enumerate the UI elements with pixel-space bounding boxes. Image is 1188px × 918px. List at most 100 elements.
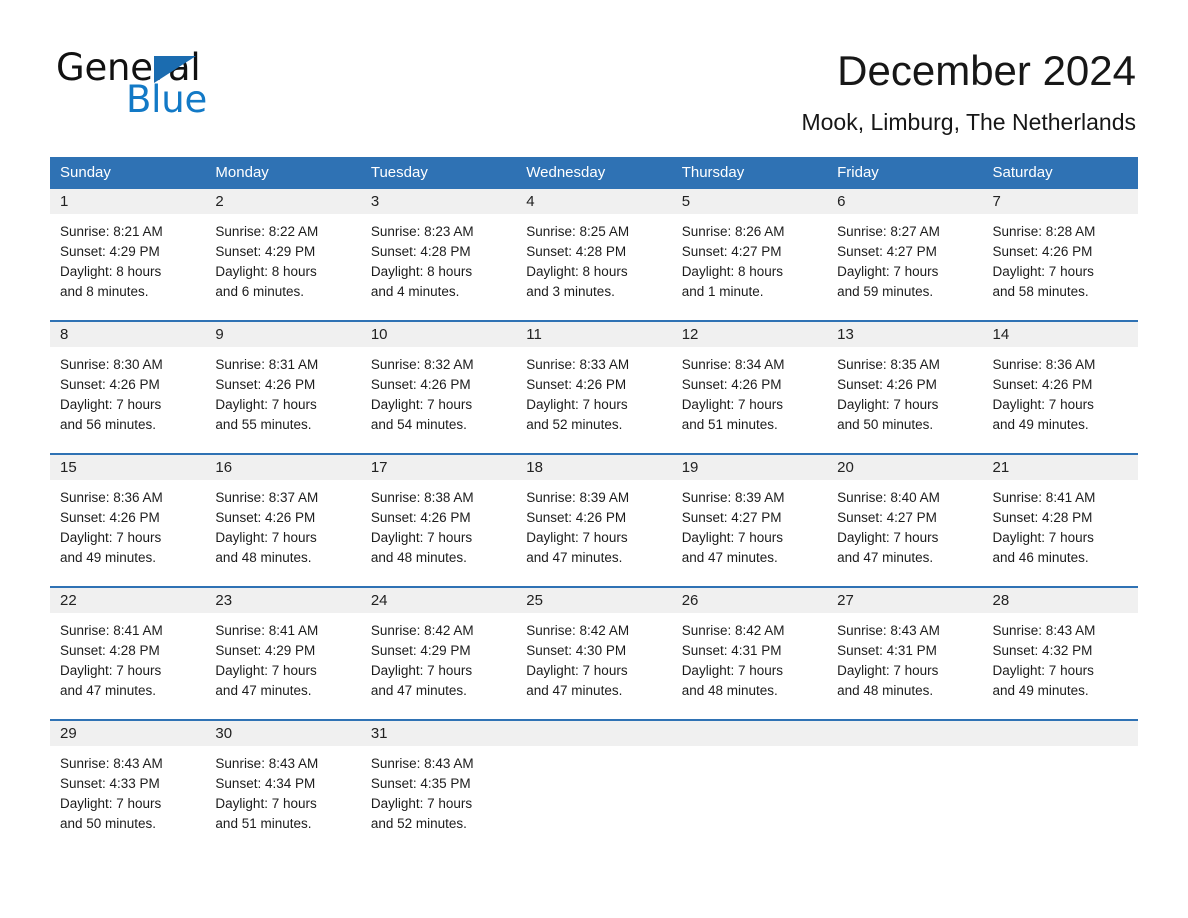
day-cell[interactable]: 10 Sunrise: 8:32 AM Sunset: 4:26 PM Dayligh… bbox=[360, 320, 517, 454]
day-number: 27 bbox=[827, 588, 983, 613]
daylight-text-line2: and 1 minute. bbox=[681, 284, 764, 299]
day-cell[interactable]: 13 Sunrise: 8:35 AM Sunset: 4:26 PM Dayligh… bbox=[827, 320, 983, 454]
day-cell[interactable]: 29 Sunrise: 8:43 AM Sunset: 4:33 PM Dayligh… bbox=[50, 719, 206, 852]
day-details: Sunrise: 8:41 AM Sunset: 4:29 PM Daylight:… bbox=[205, 613, 360, 701]
day-cell[interactable]: 9 Sunrise: 8:31 AM Sunset: 4:26 PM Daylight… bbox=[205, 320, 361, 454]
week-row: 29 Sunrise: 8:43 AM Sunset: 4:33 PM Dayligh… bbox=[50, 719, 1138, 852]
sunrise-text: Sunrise: 8:22 AM bbox=[215, 224, 319, 239]
day-cell[interactable]: 3 Sunrise: 8:23 AM Sunset: 4:28 PM Daylight… bbox=[360, 189, 517, 321]
daylight-text-line2: and 55 minutes. bbox=[215, 417, 312, 432]
daylight-text-line1: Daylight: 8 hours bbox=[370, 264, 473, 279]
weekday-header-wednesday: Wednesday bbox=[516, 157, 672, 189]
day-cell[interactable]: 28 Sunrise: 8:43 AM Sunset: 4:32 PM Dayligh… bbox=[982, 586, 1138, 720]
day-number: 18 bbox=[516, 455, 672, 480]
sunset-text: Sunset: 4:26 PM bbox=[60, 510, 160, 525]
day-number bbox=[982, 721, 1138, 746]
sunrise-text: Sunrise: 8:33 AM bbox=[526, 357, 630, 372]
day-cell[interactable]: 31 Sunrise: 8:43 AM Sunset: 4:35 PM Dayligh… bbox=[360, 719, 517, 852]
sunset-text: Sunset: 4:26 PM bbox=[992, 377, 1093, 392]
day-cell[interactable]: 20 Sunrise: 8:40 AM Sunset: 4:27 PM Dayligh… bbox=[827, 453, 983, 587]
sunset-text: Sunset: 4:34 PM bbox=[215, 776, 316, 791]
day-number: 31 bbox=[360, 721, 517, 746]
day-number: 3 bbox=[360, 189, 517, 214]
day-details: Sunrise: 8:21 AM Sunset: 4:29 PM Daylight:… bbox=[50, 214, 205, 302]
day-cell[interactable]: 23 Sunrise: 8:41 AM Sunset: 4:29 PM Dayligh… bbox=[205, 586, 361, 720]
day-details: Sunrise: 8:41 AM Sunset: 4:28 PM Daylight:… bbox=[983, 480, 1138, 568]
sunset-text: Sunset: 4:28 PM bbox=[60, 643, 160, 658]
day-cell[interactable]: 30 Sunrise: 8:43 AM Sunset: 4:34 PM Dayligh… bbox=[205, 719, 361, 852]
day-number: 9 bbox=[205, 322, 361, 347]
day-number: 14 bbox=[982, 322, 1138, 347]
day-cell[interactable]: 18 Sunrise: 8:39 AM Sunset: 4:26 PM Dayligh… bbox=[516, 453, 672, 587]
sunrise-text: Sunrise: 8:41 AM bbox=[215, 623, 319, 638]
sunset-text: Sunset: 4:31 PM bbox=[837, 643, 937, 658]
sunset-text: Sunset: 4:27 PM bbox=[681, 244, 782, 259]
day-details: Sunrise: 8:36 AM Sunset: 4:26 PM Daylight:… bbox=[50, 480, 205, 568]
calendar-table: Sunday Monday Tuesday Wednesday Thursday… bbox=[50, 157, 1138, 852]
day-details bbox=[983, 746, 1138, 754]
sunrise-text: Sunrise: 8:43 AM bbox=[370, 756, 474, 771]
day-cell[interactable]: 15 Sunrise: 8:36 AM Sunset: 4:26 PM Dayligh… bbox=[50, 453, 206, 587]
day-details: Sunrise: 8:25 AM Sunset: 4:28 PM Daylight:… bbox=[516, 214, 671, 302]
day-details: Sunrise: 8:36 AM Sunset: 4:26 PM Daylight:… bbox=[983, 347, 1138, 435]
sunset-text: Sunset: 4:27 PM bbox=[837, 244, 937, 259]
daylight-text-line1: Daylight: 7 hours bbox=[681, 397, 783, 412]
daylight-text-line1: Daylight: 7 hours bbox=[60, 530, 162, 545]
general-blue-logo: General Blue bbox=[56, 48, 286, 120]
day-details: Sunrise: 8:43 AM Sunset: 4:31 PM Daylight:… bbox=[827, 613, 982, 701]
sunrise-text: Sunrise: 8:30 AM bbox=[60, 357, 163, 372]
day-cell[interactable]: 7 Sunrise: 8:28 AM Sunset: 4:26 PM Daylight… bbox=[982, 189, 1138, 321]
sunset-text: Sunset: 4:29 PM bbox=[215, 643, 316, 658]
day-cell[interactable]: 26 Sunrise: 8:42 AM Sunset: 4:31 PM Dayligh… bbox=[671, 586, 828, 720]
day-number: 26 bbox=[671, 588, 828, 613]
day-number: 16 bbox=[205, 455, 361, 480]
daylight-text-line1: Daylight: 8 hours bbox=[60, 264, 162, 279]
day-details: Sunrise: 8:42 AM Sunset: 4:31 PM Daylight:… bbox=[672, 613, 827, 701]
daylight-text-line2: and 49 minutes. bbox=[992, 417, 1089, 432]
day-cell[interactable]: 4 Sunrise: 8:25 AM Sunset: 4:28 PM Daylight… bbox=[516, 189, 672, 321]
day-cell[interactable]: 21 Sunrise: 8:41 AM Sunset: 4:28 PM Dayligh… bbox=[982, 453, 1138, 587]
sunset-text: Sunset: 4:26 PM bbox=[992, 244, 1093, 259]
day-cell[interactable]: 5 Sunrise: 8:26 AM Sunset: 4:27 PM Daylight… bbox=[671, 189, 828, 321]
daylight-text-line2: and 49 minutes. bbox=[60, 550, 157, 565]
day-number: 10 bbox=[360, 322, 517, 347]
sunrise-text: Sunrise: 8:39 AM bbox=[681, 490, 785, 505]
day-cell[interactable]: 1 Sunrise: 8:21 AM Sunset: 4:29 PM Daylight… bbox=[50, 189, 206, 321]
day-cell-empty bbox=[827, 719, 983, 852]
day-cell[interactable]: 2 Sunrise: 8:22 AM Sunset: 4:29 PM Daylight… bbox=[205, 189, 361, 321]
daylight-text-line2: and 8 minutes. bbox=[60, 284, 149, 299]
day-cell[interactable]: 16 Sunrise: 8:37 AM Sunset: 4:26 PM Dayligh… bbox=[205, 453, 361, 587]
daylight-text-line1: Daylight: 7 hours bbox=[60, 397, 162, 412]
day-cell[interactable]: 22 Sunrise: 8:41 AM Sunset: 4:28 PM Dayligh… bbox=[50, 586, 206, 720]
sunset-text: Sunset: 4:29 PM bbox=[215, 244, 316, 259]
sunset-text: Sunset: 4:26 PM bbox=[837, 377, 937, 392]
week-row: 1 Sunrise: 8:21 AM Sunset: 4:29 PM Daylight… bbox=[50, 189, 1138, 321]
day-cell[interactable]: 25 Sunrise: 8:42 AM Sunset: 4:30 PM Dayligh… bbox=[516, 586, 672, 720]
daylight-text-line1: Daylight: 7 hours bbox=[526, 663, 628, 678]
day-number: 19 bbox=[671, 455, 828, 480]
daylight-text-line2: and 52 minutes. bbox=[370, 816, 467, 831]
day-cell[interactable]: 17 Sunrise: 8:38 AM Sunset: 4:26 PM Dayligh… bbox=[360, 453, 517, 587]
day-cell[interactable]: 6 Sunrise: 8:27 AM Sunset: 4:27 PM Daylight… bbox=[827, 189, 983, 321]
calendar-body: 1 Sunrise: 8:21 AM Sunset: 4:29 PM Daylight… bbox=[50, 189, 1138, 852]
day-cell[interactable]: 8 Sunrise: 8:30 AM Sunset: 4:26 PM Daylight… bbox=[50, 320, 206, 454]
sunset-text: Sunset: 4:26 PM bbox=[60, 377, 160, 392]
day-details: Sunrise: 8:27 AM Sunset: 4:27 PM Daylight:… bbox=[827, 214, 982, 302]
daylight-text-line1: Daylight: 7 hours bbox=[837, 264, 939, 279]
daylight-text-line1: Daylight: 7 hours bbox=[215, 796, 317, 811]
day-cell[interactable]: 14 Sunrise: 8:36 AM Sunset: 4:26 PM Dayligh… bbox=[982, 320, 1138, 454]
daylight-text-line2: and 47 minutes. bbox=[370, 683, 467, 698]
day-details bbox=[827, 746, 982, 754]
day-number: 29 bbox=[50, 721, 206, 746]
day-cell[interactable]: 12 Sunrise: 8:34 AM Sunset: 4:26 PM Dayligh… bbox=[671, 320, 828, 454]
day-cell[interactable]: 19 Sunrise: 8:39 AM Sunset: 4:27 PM Dayligh… bbox=[671, 453, 828, 587]
day-cell[interactable]: 27 Sunrise: 8:43 AM Sunset: 4:31 PM Dayligh… bbox=[827, 586, 983, 720]
sunrise-text: Sunrise: 8:35 AM bbox=[837, 357, 940, 372]
day-number: 23 bbox=[205, 588, 361, 613]
day-cell[interactable]: 24 Sunrise: 8:42 AM Sunset: 4:29 PM Dayligh… bbox=[360, 586, 517, 720]
weekday-header-saturday: Saturday bbox=[982, 157, 1138, 189]
day-number: 17 bbox=[360, 455, 517, 480]
day-number: 30 bbox=[205, 721, 361, 746]
sunrise-text: Sunrise: 8:41 AM bbox=[992, 490, 1096, 505]
day-cell[interactable]: 11 Sunrise: 8:33 AM Sunset: 4:26 PM Dayligh… bbox=[516, 320, 672, 454]
